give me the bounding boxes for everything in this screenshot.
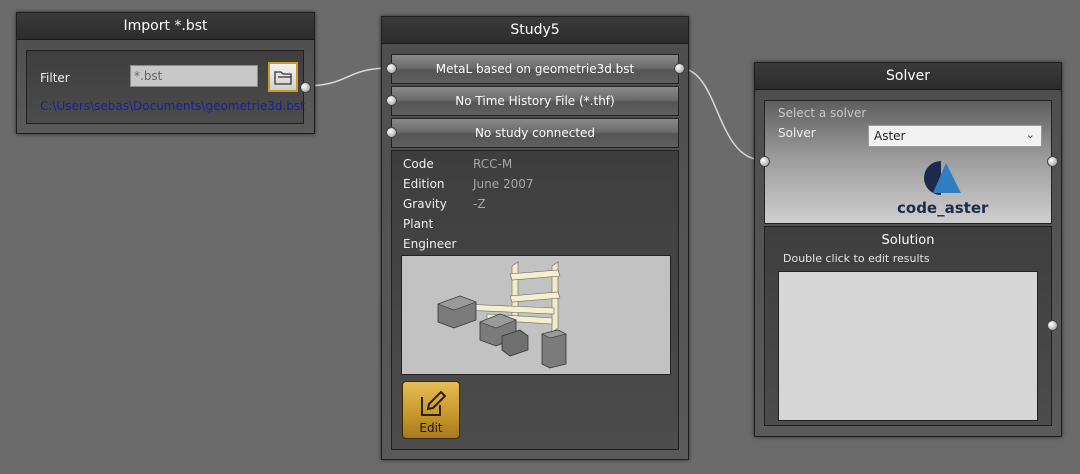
filter-value: *.bst <box>134 69 163 83</box>
prop-code-value: RCC-M <box>473 157 513 171</box>
prop-plant-label: Plant <box>403 217 434 231</box>
solver-output-port[interactable] <box>1047 156 1058 167</box>
study-node-title: Study5 <box>382 17 688 44</box>
study-input-port-mesh[interactable] <box>386 63 397 74</box>
study-node[interactable]: Study5 MetaL based on geometrie3d.bst No… <box>381 16 689 460</box>
prop-gravity-label: Gravity <box>403 197 447 211</box>
code-aster-logo-text: code_aster <box>897 199 989 217</box>
solution-output-port[interactable] <box>1047 320 1058 331</box>
solver-node-title: Solver <box>755 63 1061 90</box>
solver-dropdown-value: Aster <box>874 129 906 143</box>
filter-input[interactable]: *.bst <box>130 65 258 87</box>
edit-button-label: Edit <box>419 421 443 435</box>
prop-edition-label: Edition <box>403 177 445 191</box>
solver-hint: Select a solver <box>778 106 867 120</box>
edit-button[interactable]: Edit <box>402 381 460 439</box>
model-preview-image <box>401 255 671 375</box>
code-aster-logo-icon <box>924 161 961 195</box>
import-node[interactable]: Import *.bst Filter *.bst C:\Users\sebas… <box>16 12 315 134</box>
solver-label: Solver <box>778 126 816 140</box>
study-input-port-time-history[interactable] <box>386 95 397 106</box>
solution-panel: Solution Double click to edit results <box>764 226 1052 426</box>
study-output-port[interactable] <box>674 63 685 74</box>
import-output-port[interactable] <box>300 82 311 93</box>
prop-edition-value: June 2007 <box>473 177 534 191</box>
prop-gravity-value: -Z <box>473 197 486 211</box>
solver-dropdown[interactable]: Aster ⌄ <box>868 125 1042 147</box>
solution-results-area[interactable] <box>778 271 1038 421</box>
chevron-down-icon: ⌄ <box>1025 128 1035 141</box>
browse-folder-button[interactable] <box>268 62 298 92</box>
solution-hint: Double click to edit results <box>783 252 930 265</box>
study-input-port-study[interactable] <box>386 127 397 138</box>
import-node-title: Import *.bst <box>17 13 314 40</box>
study-properties-panel: Code RCC-M Edition June 2007 Gravity -Z … <box>391 150 679 450</box>
connection-mesh-bar[interactable]: MetaL based on geometrie3d.bst <box>391 54 679 84</box>
solver-select-panel: Select a solver Solver Aster ⌄ code_aste… <box>764 100 1052 224</box>
prop-engineer-label: Engineer <box>403 237 457 251</box>
solver-node[interactable]: Solver Select a solver Solver Aster ⌄ co… <box>754 62 1062 437</box>
import-panel: Filter *.bst C:\Users\sebas\Documents\ge… <box>26 50 305 124</box>
file-path-text: C:\Users\sebas\Documents\geometrie3d.bst <box>40 99 305 113</box>
solver-input-port[interactable] <box>759 156 770 167</box>
solution-title: Solution <box>881 233 935 248</box>
connection-study-bar[interactable]: No study connected <box>391 118 679 148</box>
pencil-icon <box>421 390 447 416</box>
folder-open-icon <box>274 71 292 85</box>
filter-label: Filter <box>40 71 70 85</box>
wire-study-to-solver <box>678 67 764 161</box>
prop-code-label: Code <box>403 157 434 171</box>
wire-import-to-study <box>303 67 391 87</box>
connection-time-history-bar[interactable]: No Time History File (*.thf) <box>391 86 679 116</box>
